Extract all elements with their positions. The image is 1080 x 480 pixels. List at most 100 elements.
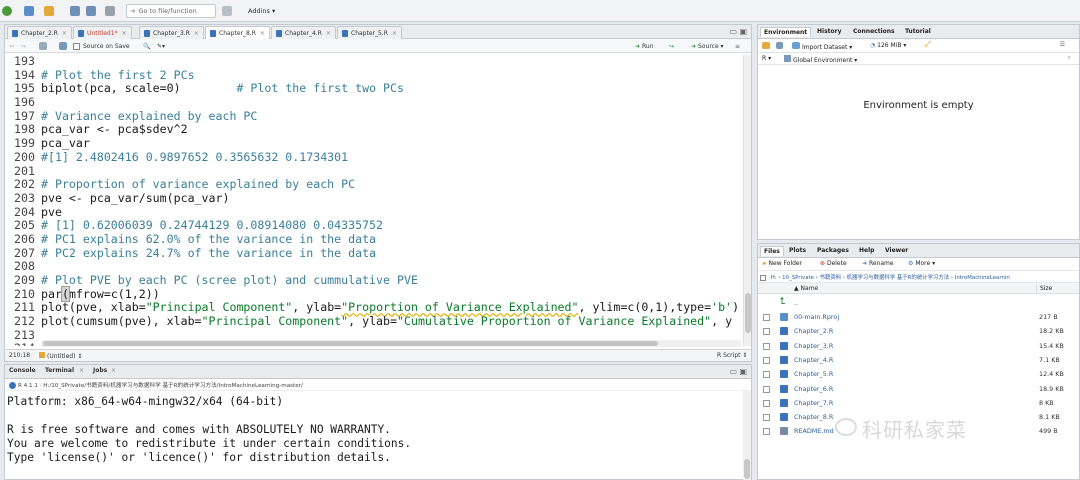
select-all-checkbox[interactable] bbox=[760, 274, 766, 281]
file-name[interactable]: Chapter_8.R bbox=[794, 413, 833, 421]
tab-console[interactable]: Console bbox=[9, 367, 36, 374]
file-row[interactable]: 00-main.Rproj 217 B bbox=[758, 310, 1079, 324]
code-line[interactable]: 197 # Variance explained by each PC bbox=[5, 109, 745, 124]
back-icon[interactable]: ⇦ bbox=[9, 41, 14, 51]
editor-horizontal-scrollbar[interactable] bbox=[41, 340, 741, 347]
import-dataset-button[interactable]: Import Dataset ▾ bbox=[792, 42, 852, 51]
wand-icon[interactable]: ✎▾ bbox=[157, 41, 165, 51]
file-name[interactable]: Chapter_7.R bbox=[794, 399, 833, 407]
code-line[interactable]: 209 # Plot PVE by each PC (scree plot) an… bbox=[5, 273, 745, 288]
global-env-selector[interactable]: Global Environment ▾ bbox=[784, 55, 857, 64]
save-all-icon[interactable] bbox=[86, 5, 96, 17]
code-line[interactable]: 206 # PC1 explains 62.0% of the variance … bbox=[5, 232, 745, 247]
close-icon[interactable]: × bbox=[62, 30, 67, 37]
files-breadcrumb[interactable]: H: › 10_SPrivate › 书籍资料 › 机器学习与数据科学 基于R的… bbox=[758, 271, 1079, 283]
file-checkbox[interactable] bbox=[763, 385, 770, 393]
search-icon[interactable]: ⌕ bbox=[1068, 54, 1071, 62]
file-name[interactable]: Chapter_6.R bbox=[794, 385, 833, 393]
source-on-save-checkbox[interactable]: Source on Save bbox=[73, 41, 130, 51]
file-checkbox[interactable] bbox=[763, 314, 770, 321]
close-icon[interactable]: × bbox=[111, 367, 116, 374]
col-name[interactable]: ▲ Name bbox=[794, 285, 818, 292]
forward-icon[interactable]: ⇨ bbox=[21, 41, 26, 51]
save-workspace-icon[interactable] bbox=[776, 42, 783, 51]
list-view-icon[interactable]: ☰ bbox=[1060, 41, 1065, 48]
source-button[interactable]: ➜ Source ▾ bbox=[691, 41, 724, 51]
close-icon[interactable]: × bbox=[260, 30, 265, 37]
tab-untitled1[interactable]: Untitled1* × bbox=[73, 26, 132, 39]
editor-vertical-scrollbar[interactable] bbox=[743, 55, 751, 346]
file-name[interactable]: Chapter_2.R bbox=[794, 327, 833, 335]
code-line[interactable]: 212 plot(cumsum(pve), xlab="Principal Com… bbox=[5, 314, 745, 329]
delete-button[interactable]: ⊗ Delete bbox=[820, 260, 847, 267]
code-line[interactable]: 202 # Proportion of variance explained by… bbox=[5, 177, 745, 192]
file-checkbox[interactable] bbox=[763, 356, 770, 364]
new-file-icon[interactable] bbox=[2, 5, 12, 17]
file-row[interactable]: Chapter_6.R 18.9 KB bbox=[758, 382, 1079, 396]
code-line[interactable]: 195 biplot(pca, scale=0) # Plot the first… bbox=[5, 82, 745, 96]
maximize-icon[interactable]: ▣ bbox=[739, 367, 747, 376]
file-row[interactable]: Chapter_2.R 18.2 KB bbox=[758, 324, 1079, 338]
tab-files[interactable]: Files bbox=[760, 246, 784, 256]
tab-chapter-8[interactable]: Chapter_8.R × bbox=[205, 26, 270, 39]
language-selector[interactable]: R ▾ bbox=[762, 55, 771, 62]
code-line[interactable]: 207 # PC2 explains 24.7% of the variance … bbox=[5, 246, 745, 261]
open-file-icon[interactable] bbox=[44, 5, 54, 17]
load-workspace-icon[interactable] bbox=[762, 42, 770, 51]
addins-menu[interactable]: Addins ▾ bbox=[248, 5, 275, 17]
code-line[interactable]: 210 par(mfrow=c(1,2)) bbox=[5, 285, 745, 302]
tab-chapter-4[interactable]: Chapter_4.R × bbox=[271, 26, 336, 39]
file-checkbox[interactable] bbox=[763, 371, 770, 379]
code-line[interactable]: 199 pca_var bbox=[5, 136, 745, 151]
tab-connections[interactable]: Connections bbox=[850, 27, 898, 36]
code-line[interactable]: 193 bbox=[5, 55, 745, 69]
tab-chapter-2[interactable]: Chapter_2.R × bbox=[7, 26, 72, 39]
code-line[interactable]: 201 bbox=[5, 164, 745, 179]
rename-button[interactable]: ➜ Rename bbox=[862, 260, 894, 267]
new-project-icon[interactable] bbox=[24, 5, 34, 17]
file-name[interactable]: README.md bbox=[794, 427, 834, 435]
new-folder-button[interactable]: ▰ New Folder bbox=[762, 260, 802, 267]
memory-usage[interactable]: ◔ 126 MiB ▾ bbox=[870, 42, 906, 49]
goto-file-input[interactable]: ➜ Go to file/function bbox=[126, 4, 216, 18]
broom-icon[interactable]: 🧹 bbox=[924, 41, 931, 48]
file-row[interactable]: Chapter_5.R 12.4 KB bbox=[758, 367, 1079, 381]
show-in-window-icon[interactable] bbox=[39, 41, 47, 51]
col-size[interactable]: Size bbox=[1036, 285, 1052, 292]
code-editor[interactable]: 193 194 # Plot the first 2 PCs 195 biplot(pc… bbox=[5, 55, 745, 346]
console-output[interactable]: Platform: x86_64-w64-mingw32/x64 (64-bit… bbox=[7, 395, 737, 480]
file-row[interactable]: Chapter_3.R 15.4 KB bbox=[758, 339, 1079, 353]
file-name[interactable]: 00-main.Rproj bbox=[794, 313, 839, 321]
file-checkbox[interactable] bbox=[763, 414, 770, 422]
code-line[interactable]: 211 plot(pve, xlab="Principal Component",… bbox=[5, 301, 745, 315]
code-line[interactable]: 208 bbox=[5, 260, 745, 274]
file-checkbox[interactable] bbox=[763, 342, 770, 350]
file-checkbox[interactable] bbox=[763, 399, 770, 407]
tab-help[interactable]: Help bbox=[856, 246, 877, 255]
close-icon[interactable]: × bbox=[326, 30, 331, 37]
file-checkbox[interactable] bbox=[763, 428, 770, 436]
scroll-thumb[interactable] bbox=[744, 459, 750, 479]
tab-chapter-5[interactable]: Chapter_5.R × bbox=[337, 26, 402, 39]
code-line[interactable]: 196 bbox=[5, 95, 745, 110]
save-editor-icon[interactable] bbox=[59, 41, 67, 51]
search-icon[interactable]: 🔍 bbox=[143, 41, 150, 51]
tab-packages[interactable]: Packages bbox=[814, 246, 852, 255]
tab-viewer[interactable]: Viewer bbox=[882, 246, 911, 255]
maximize-icon[interactable]: ▣ bbox=[739, 27, 747, 36]
minimize-icon[interactable]: ▭ bbox=[729, 27, 737, 36]
tab-jobs[interactable]: Jobs bbox=[93, 367, 107, 374]
code-line[interactable]: 204 pve bbox=[5, 205, 745, 220]
code-line[interactable]: 200 #[1] 2.4802416 0.9897652 0.3565632 0.… bbox=[5, 150, 745, 165]
more-menu[interactable]: ⚙ More ▾ bbox=[908, 260, 935, 267]
code-line[interactable]: 194 # Plot the first 2 PCs bbox=[5, 68, 745, 83]
console-vertical-scrollbar[interactable] bbox=[743, 391, 751, 480]
tab-chapter-3[interactable]: Chapter_3.R × bbox=[139, 26, 204, 39]
print-icon[interactable] bbox=[105, 5, 115, 17]
rerun-icon[interactable]: ↪ bbox=[669, 41, 674, 51]
file-row[interactable]: Chapter_7.R 8 KB bbox=[758, 396, 1079, 410]
tab-tutorial[interactable]: Tutorial bbox=[902, 27, 934, 36]
outline-icon[interactable]: ≡ bbox=[735, 41, 740, 51]
save-icon[interactable] bbox=[70, 5, 80, 17]
file-checkbox[interactable] bbox=[763, 328, 770, 336]
